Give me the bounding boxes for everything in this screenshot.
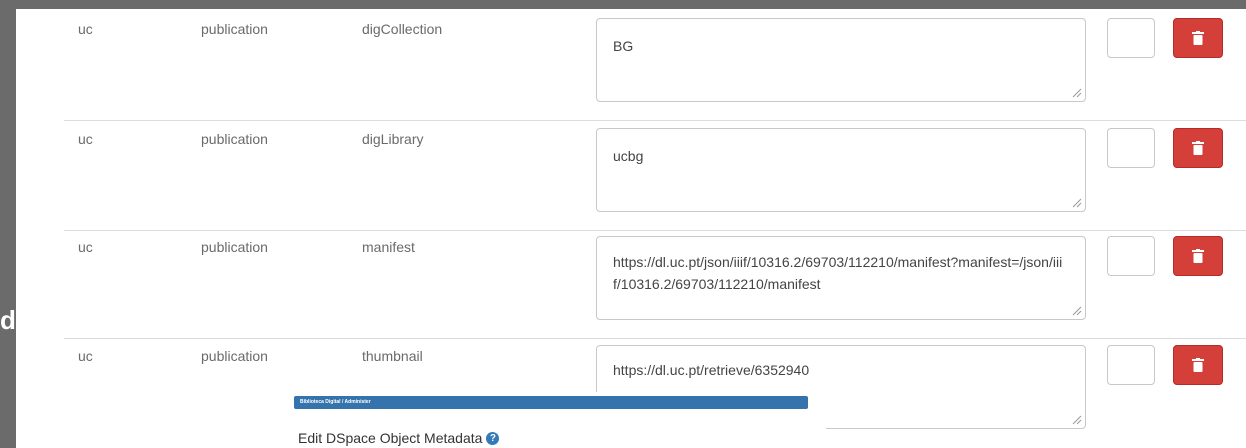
breadcrumb-bar: Biblioteca Digital / Administer [294,396,808,409]
schema-cell: uc [78,239,93,255]
language-input[interactable] [1107,236,1155,276]
language-input[interactable] [1107,18,1155,58]
qualifier-cell: digCollection [362,21,443,37]
trash-icon [1192,31,1204,45]
table-row: uc publication digLibrary ucbg [16,119,1246,231]
qualifier-cell: thumbnail [362,348,423,364]
inset-screenshot: Biblioteca Digital / Administer Edit DSp… [280,392,826,448]
page-title: Edit DSpace Object Metadata ? [298,430,500,446]
trash-icon [1192,249,1204,263]
schema-cell: uc [78,348,93,364]
trash-icon [1192,141,1204,155]
schema-cell: uc [78,131,93,147]
partial-heading-letter: d [0,305,16,335]
language-input[interactable] [1107,345,1155,385]
table-row: uc publication manifest https://dl.uc.pt… [16,227,1246,339]
value-textarea[interactable]: ucbg [596,128,1086,212]
resize-handle-icon[interactable] [1072,415,1082,425]
language-input[interactable] [1107,128,1155,168]
value-text: ucbg [613,148,644,164]
delete-button[interactable] [1173,18,1223,58]
resize-handle-icon[interactable] [1072,306,1082,316]
metadata-table: uc publication digCollection BG uc publi… [16,9,1246,448]
element-cell: publication [201,239,268,255]
question-circle-icon[interactable]: ? [486,431,500,445]
table-row: uc publication digCollection BG [16,9,1246,121]
value-text: https://dl.uc.pt/retrieve/6352940 [613,362,810,378]
page-title-text: Edit DSpace Object Metadata [298,430,483,446]
value-textarea[interactable]: BG [596,18,1086,102]
resize-handle-icon[interactable] [1072,88,1082,98]
delete-button[interactable] [1173,345,1223,385]
element-cell: publication [201,21,268,37]
value-text: BG [613,38,634,54]
value-textarea[interactable]: https://dl.uc.pt/json/iiif/10316.2/69703… [596,236,1086,320]
delete-button[interactable] [1173,128,1223,168]
element-cell: publication [201,131,268,147]
trash-icon [1192,358,1204,372]
schema-cell: uc [78,21,93,37]
element-cell: publication [201,348,268,364]
qualifier-cell: manifest [362,239,415,255]
value-text: https://dl.uc.pt/json/iiif/10316.2/69703… [613,254,1063,292]
resize-handle-icon[interactable] [1072,198,1082,208]
qualifier-cell: digLibrary [362,131,424,147]
delete-button[interactable] [1173,236,1223,276]
